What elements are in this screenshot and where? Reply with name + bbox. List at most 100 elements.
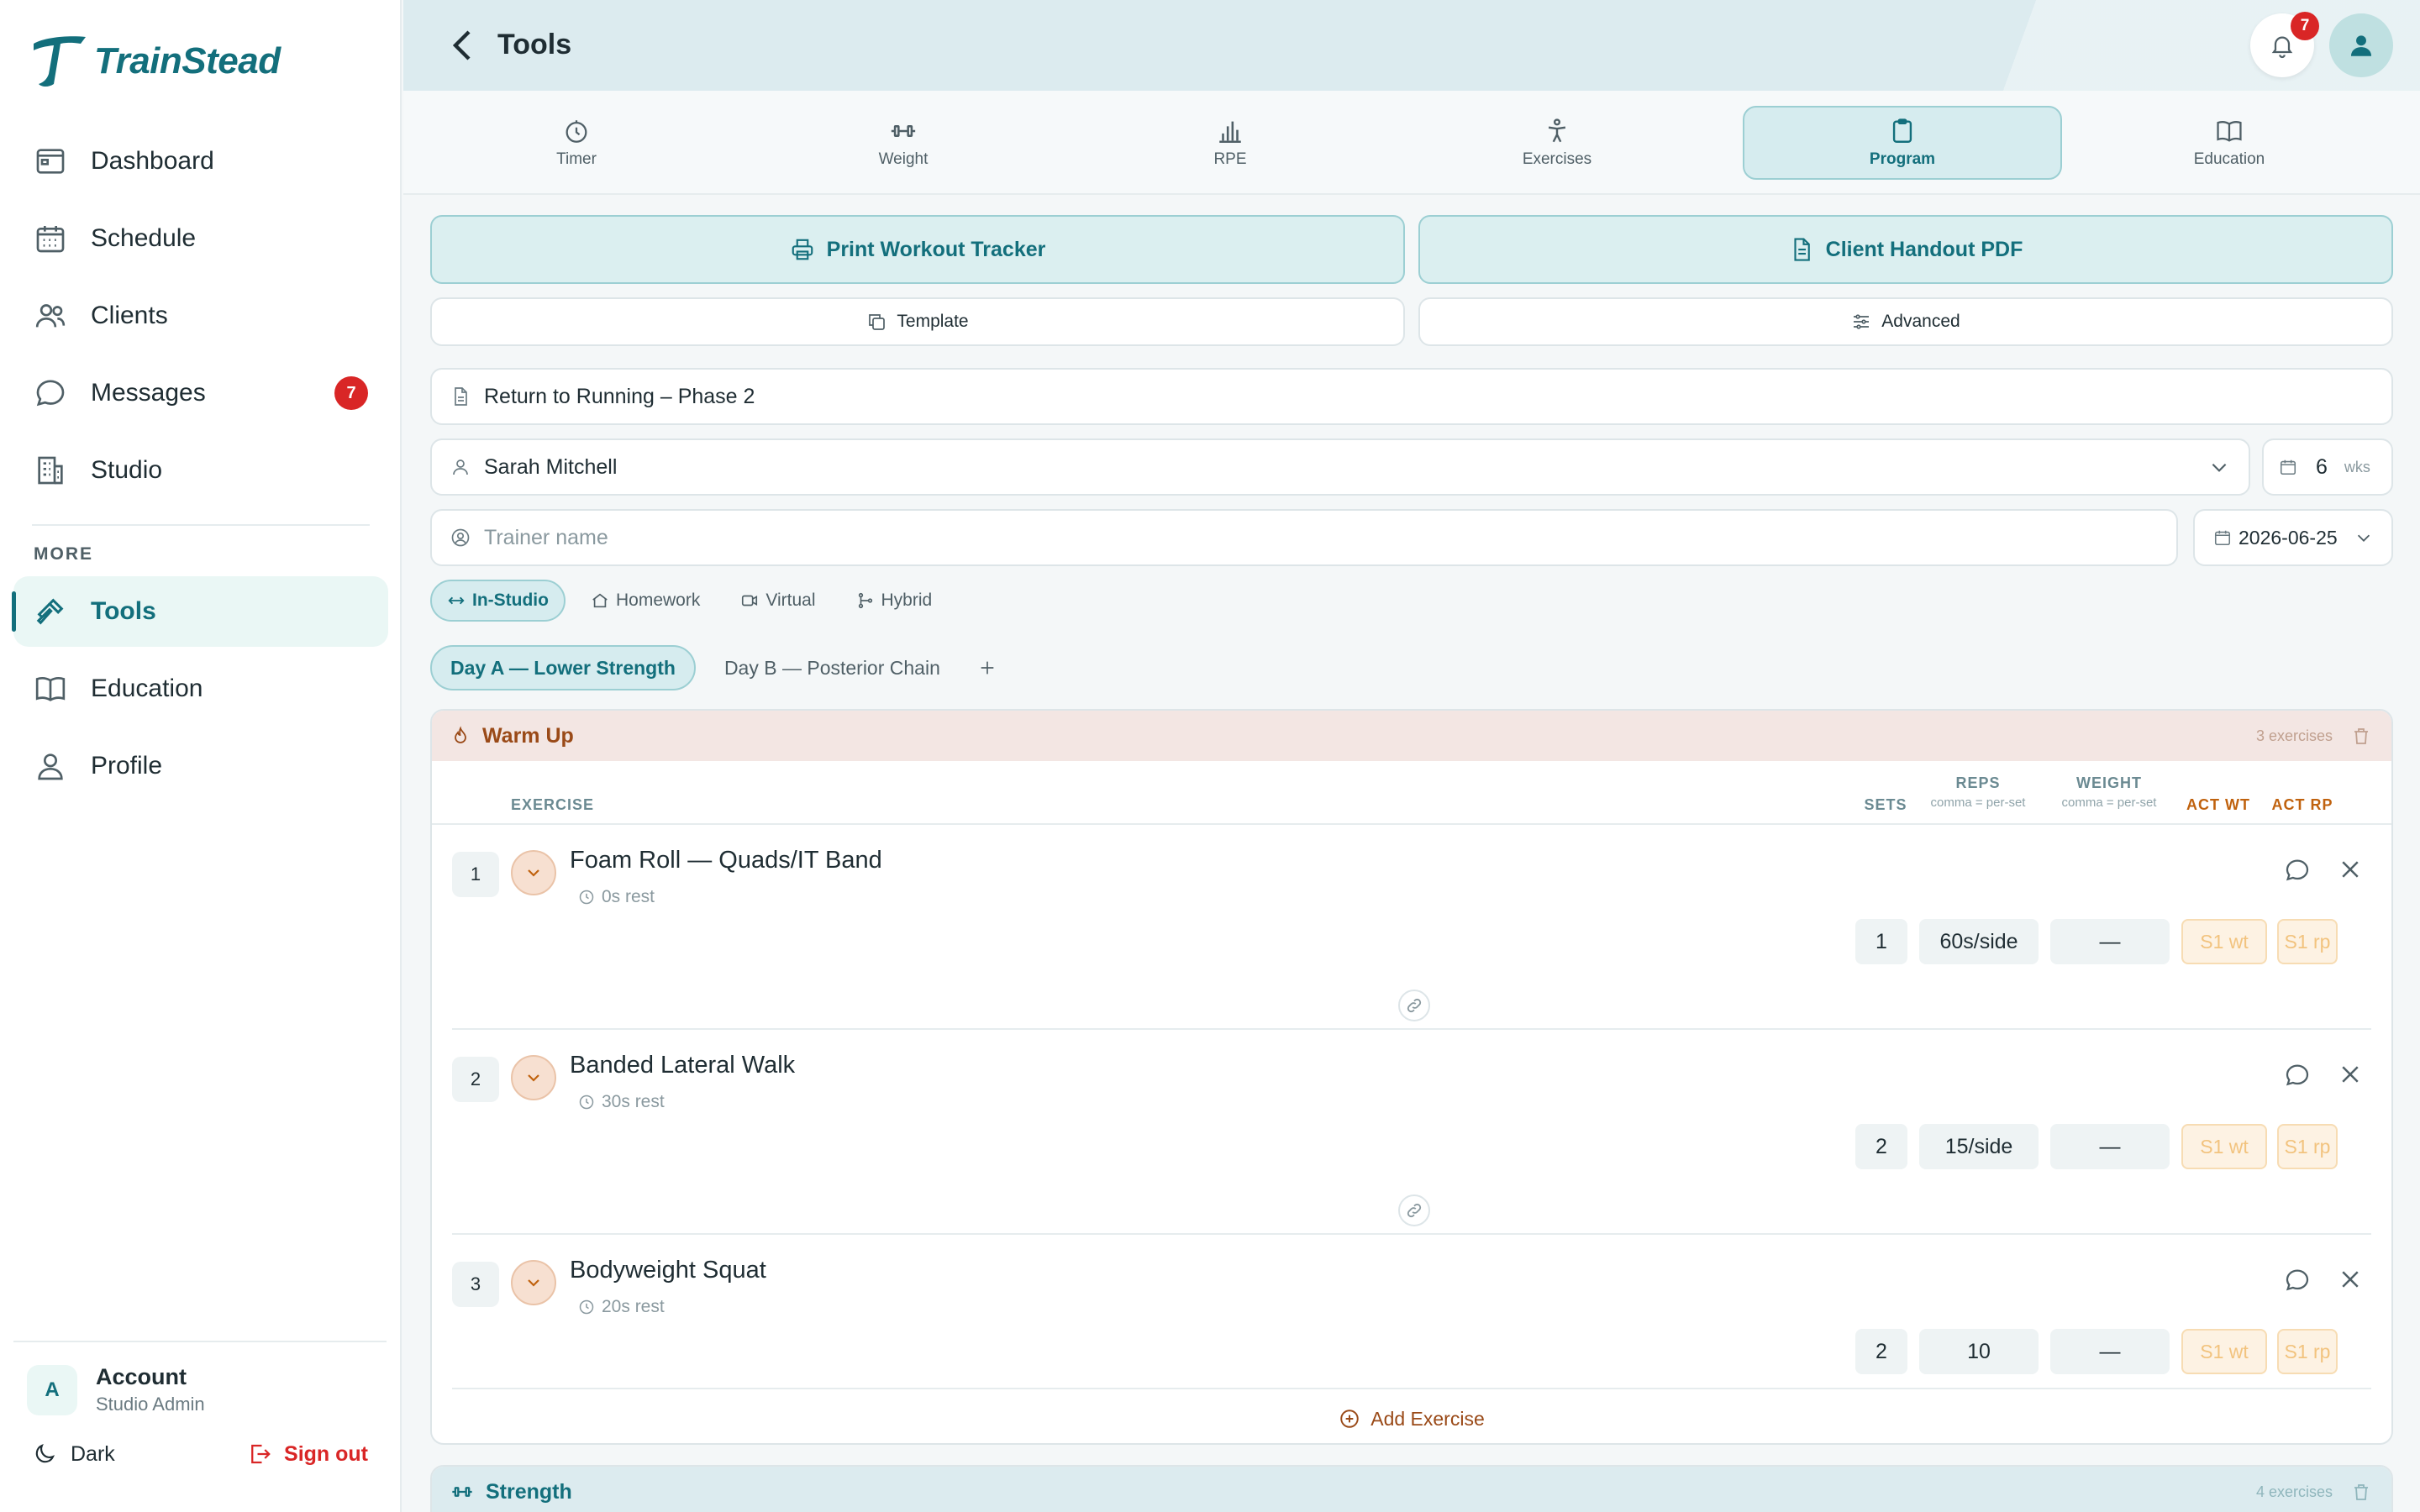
mode-homework[interactable]: Homework bbox=[576, 580, 715, 622]
actual-rpe-input[interactable]: S1 rp bbox=[2277, 1124, 2338, 1169]
clock-icon bbox=[579, 1095, 594, 1110]
plus-circle-icon bbox=[1340, 1410, 1359, 1428]
exercise-rest[interactable]: 20s rest bbox=[578, 1297, 665, 1317]
sidebar-item-label: Dashboard bbox=[91, 147, 214, 175]
mode-hybrid[interactable]: Hybrid bbox=[841, 580, 948, 622]
rest-value: 30s rest bbox=[602, 1092, 665, 1111]
program-name-field[interactable]: Return to Running – Phase 2 bbox=[430, 368, 2393, 425]
user-icon bbox=[453, 459, 468, 475]
trash-icon[interactable] bbox=[2351, 1482, 2371, 1502]
weeks-field[interactable]: 6 wks bbox=[2262, 438, 2393, 496]
strength-block-header[interactable]: Strength 4 exercises bbox=[432, 1467, 2391, 1512]
brand-logo[interactable]: TrainStead bbox=[30, 30, 281, 92]
warmup-block-header[interactable]: Warm Up 3 exercises bbox=[432, 711, 2391, 761]
print-workout-tracker-button[interactable]: Print Workout Tracker bbox=[430, 215, 1405, 284]
actual-rpe-input[interactable]: S1 rp bbox=[2277, 919, 2338, 964]
tab-timer[interactable]: Timer bbox=[417, 106, 736, 180]
home-icon bbox=[592, 593, 608, 608]
sidebar-item-dashboard[interactable]: Dashboard bbox=[13, 126, 388, 197]
close-icon[interactable] bbox=[2338, 1267, 2363, 1292]
start-date-field[interactable]: 2026-06-25 bbox=[2193, 509, 2393, 566]
program-name-value: Return to Running – Phase 2 bbox=[484, 384, 755, 408]
tab-education[interactable]: Education bbox=[2070, 106, 2389, 180]
comment-icon[interactable] bbox=[2284, 1062, 2311, 1089]
client-handout-pdf-button[interactable]: Client Handout PDF bbox=[1418, 215, 2393, 284]
actual-weight-input[interactable]: S1 wt bbox=[2181, 919, 2267, 964]
mode-label: Homework bbox=[615, 591, 701, 610]
col-weight-hint: comma = per-set bbox=[2061, 795, 2157, 810]
actual-weight-input[interactable]: S1 wt bbox=[2181, 1124, 2267, 1169]
expand-exercise-button[interactable] bbox=[511, 1260, 556, 1305]
actual-weight-input[interactable]: S1 wt bbox=[2181, 1329, 2267, 1374]
sidebar-item-profile[interactable]: Profile bbox=[13, 731, 388, 801]
exercise-name[interactable]: Foam Roll — Quads/IT Band bbox=[570, 847, 882, 874]
delivery-mode-chips: In-Studio Homework Virtual Hybrid bbox=[430, 580, 957, 622]
weight-input[interactable]: — bbox=[2050, 1124, 2170, 1169]
reps-input[interactable]: 60s/side bbox=[1919, 919, 2039, 964]
chevron-down-icon bbox=[528, 1074, 539, 1082]
client-select[interactable]: Sarah Mitchell bbox=[430, 438, 2250, 496]
sidebar-item-schedule[interactable]: Schedule bbox=[13, 203, 388, 274]
mode-virtual[interactable]: Virtual bbox=[725, 580, 830, 622]
tab-exercises[interactable]: Exercises bbox=[1397, 106, 1717, 180]
user-menu-button[interactable] bbox=[2329, 13, 2393, 77]
exercise-row: 2 Banded Lateral Walk 30s rest 2 15/side… bbox=[452, 1030, 2371, 1235]
add-exercise-button[interactable]: Add Exercise bbox=[432, 1389, 2391, 1443]
comment-icon[interactable] bbox=[2284, 1267, 2311, 1294]
notification-badge: 7 bbox=[2291, 12, 2319, 40]
add-day-button[interactable] bbox=[969, 649, 1006, 686]
logout-icon bbox=[251, 1444, 271, 1464]
comment-icon[interactable] bbox=[2284, 857, 2311, 884]
tab-label: Timer bbox=[556, 150, 597, 168]
back-arrow-icon[interactable] bbox=[444, 25, 484, 66]
mode-in-studio[interactable]: In-Studio bbox=[430, 580, 566, 622]
close-icon[interactable] bbox=[2338, 857, 2363, 882]
sets-input[interactable]: 2 bbox=[1855, 1329, 1907, 1374]
tab-label: Program bbox=[1869, 150, 1936, 168]
trash-icon[interactable] bbox=[2351, 726, 2371, 746]
superset-link-button[interactable] bbox=[1398, 990, 1430, 1021]
sign-out-button[interactable]: Sign out bbox=[247, 1441, 368, 1467]
exercise-name[interactable]: Bodyweight Squat bbox=[570, 1257, 766, 1284]
sidebar: TrainStead Dashboard Schedule Clients Me… bbox=[0, 0, 402, 1512]
strength-block: Strength 4 exercises bbox=[430, 1465, 2393, 1512]
actual-rpe-input[interactable]: S1 rp bbox=[2277, 1329, 2338, 1374]
superset-link-button[interactable] bbox=[1398, 1194, 1430, 1226]
tab-rpe[interactable]: RPE bbox=[1071, 106, 1390, 180]
dashboard-icon bbox=[36, 149, 65, 174]
reps-input[interactable]: 15/side bbox=[1919, 1124, 2039, 1169]
template-label: Template bbox=[897, 312, 969, 331]
exercise-name[interactable]: Banded Lateral Walk bbox=[570, 1052, 795, 1079]
reps-input[interactable]: 10 bbox=[1919, 1329, 2039, 1374]
exercise-rest[interactable]: 30s rest bbox=[578, 1092, 665, 1112]
expand-exercise-button[interactable] bbox=[511, 1055, 556, 1100]
advanced-button[interactable]: Advanced bbox=[1418, 297, 2393, 346]
col-reps-label: REPS bbox=[1955, 774, 2001, 791]
tab-day-a[interactable]: Day A — Lower Strength bbox=[430, 645, 696, 690]
sidebar-item-studio[interactable]: Studio bbox=[13, 435, 388, 506]
sets-input[interactable]: 2 bbox=[1855, 1124, 1907, 1169]
close-icon[interactable] bbox=[2338, 1062, 2363, 1087]
tab-day-b[interactable]: Day B — Posterior Chain bbox=[706, 645, 959, 690]
sets-input[interactable]: 1 bbox=[1855, 919, 1907, 964]
sidebar-item-education[interactable]: Education bbox=[13, 654, 388, 724]
sidebar-item-label: Clients bbox=[91, 302, 168, 329]
account-card[interactable]: A Account Studio Admin bbox=[27, 1364, 205, 1415]
notifications-button[interactable]: 7 bbox=[2250, 12, 2319, 77]
user-icon bbox=[2350, 35, 2372, 56]
weight-input[interactable]: — bbox=[2050, 1329, 2170, 1374]
sidebar-item-messages[interactable]: Messages 7 bbox=[13, 358, 388, 428]
trainer-name-field[interactable]: Trainer name bbox=[430, 509, 2178, 566]
weight-input[interactable]: — bbox=[2050, 919, 2170, 964]
col-reps: REPS comma = per-set bbox=[1911, 774, 2045, 810]
dark-mode-toggle[interactable]: Dark bbox=[32, 1441, 115, 1467]
rest-value: 20s rest bbox=[602, 1297, 665, 1316]
exercise-rest[interactable]: 0s rest bbox=[578, 887, 655, 907]
tab-weight[interactable]: Weight bbox=[744, 106, 1063, 180]
template-button[interactable]: Template bbox=[430, 297, 1405, 346]
expand-exercise-button[interactable] bbox=[511, 850, 556, 895]
sidebar-item-tools[interactable]: Tools bbox=[12, 576, 388, 647]
tool-tabs: Timer Weight RPE Exercises Program Educa… bbox=[403, 91, 2420, 195]
tab-program[interactable]: Program bbox=[1743, 106, 2062, 180]
sidebar-item-clients[interactable]: Clients bbox=[13, 281, 388, 351]
